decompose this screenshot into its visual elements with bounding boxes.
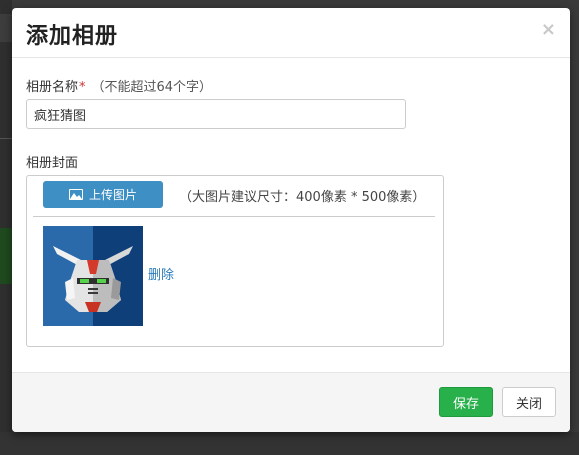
- album-cover-label: 相册封面: [26, 156, 79, 171]
- backdrop-bottom: [0, 432, 579, 455]
- robot-head-image: [43, 226, 143, 326]
- dialog-footer: 保存 关闭: [12, 372, 570, 432]
- dialog-title: 添加相册: [26, 24, 119, 49]
- upload-image-label: 上传图片: [88, 188, 137, 202]
- backdrop-strip: [0, 228, 12, 284]
- backdrop-line: [0, 138, 12, 139]
- cover-upload-panel: 上传图片 （大图片建议尺寸：400像素 * 500像素） 删除: [26, 175, 444, 347]
- backdrop-strip: [0, 14, 12, 42]
- album-name-hint: （不能超过64个字）: [91, 80, 213, 95]
- add-album-dialog: 添加相册 × 相册名称* （不能超过64个字） 相册封面 上传图片 （大图片建议尺…: [12, 8, 570, 432]
- album-name-label-text: 相册名称: [26, 80, 79, 95]
- dialog-body: 相册名称* （不能超过64个字） 相册封面 上传图片 （大图片建议尺寸：400像素…: [12, 58, 570, 372]
- required-mark: *: [79, 80, 86, 95]
- image-icon: [68, 189, 83, 200]
- close-icon[interactable]: ×: [541, 20, 556, 40]
- upload-image-button[interactable]: 上传图片: [43, 181, 163, 208]
- close-button[interactable]: 关闭: [502, 387, 556, 417]
- album-name-label: 相册名称* （不能超过64个字）: [26, 76, 212, 95]
- cover-thumbnail: [43, 226, 143, 326]
- save-button[interactable]: 保存: [439, 387, 493, 417]
- dialog-header: 添加相册 ×: [12, 8, 570, 58]
- upload-size-hint: （大图片建议尺寸：400像素 * 500像素）: [179, 190, 426, 205]
- album-name-input[interactable]: [26, 99, 406, 129]
- delete-cover-link[interactable]: 删除: [148, 264, 174, 283]
- divider: [33, 216, 435, 217]
- backdrop-left: [0, 0, 12, 455]
